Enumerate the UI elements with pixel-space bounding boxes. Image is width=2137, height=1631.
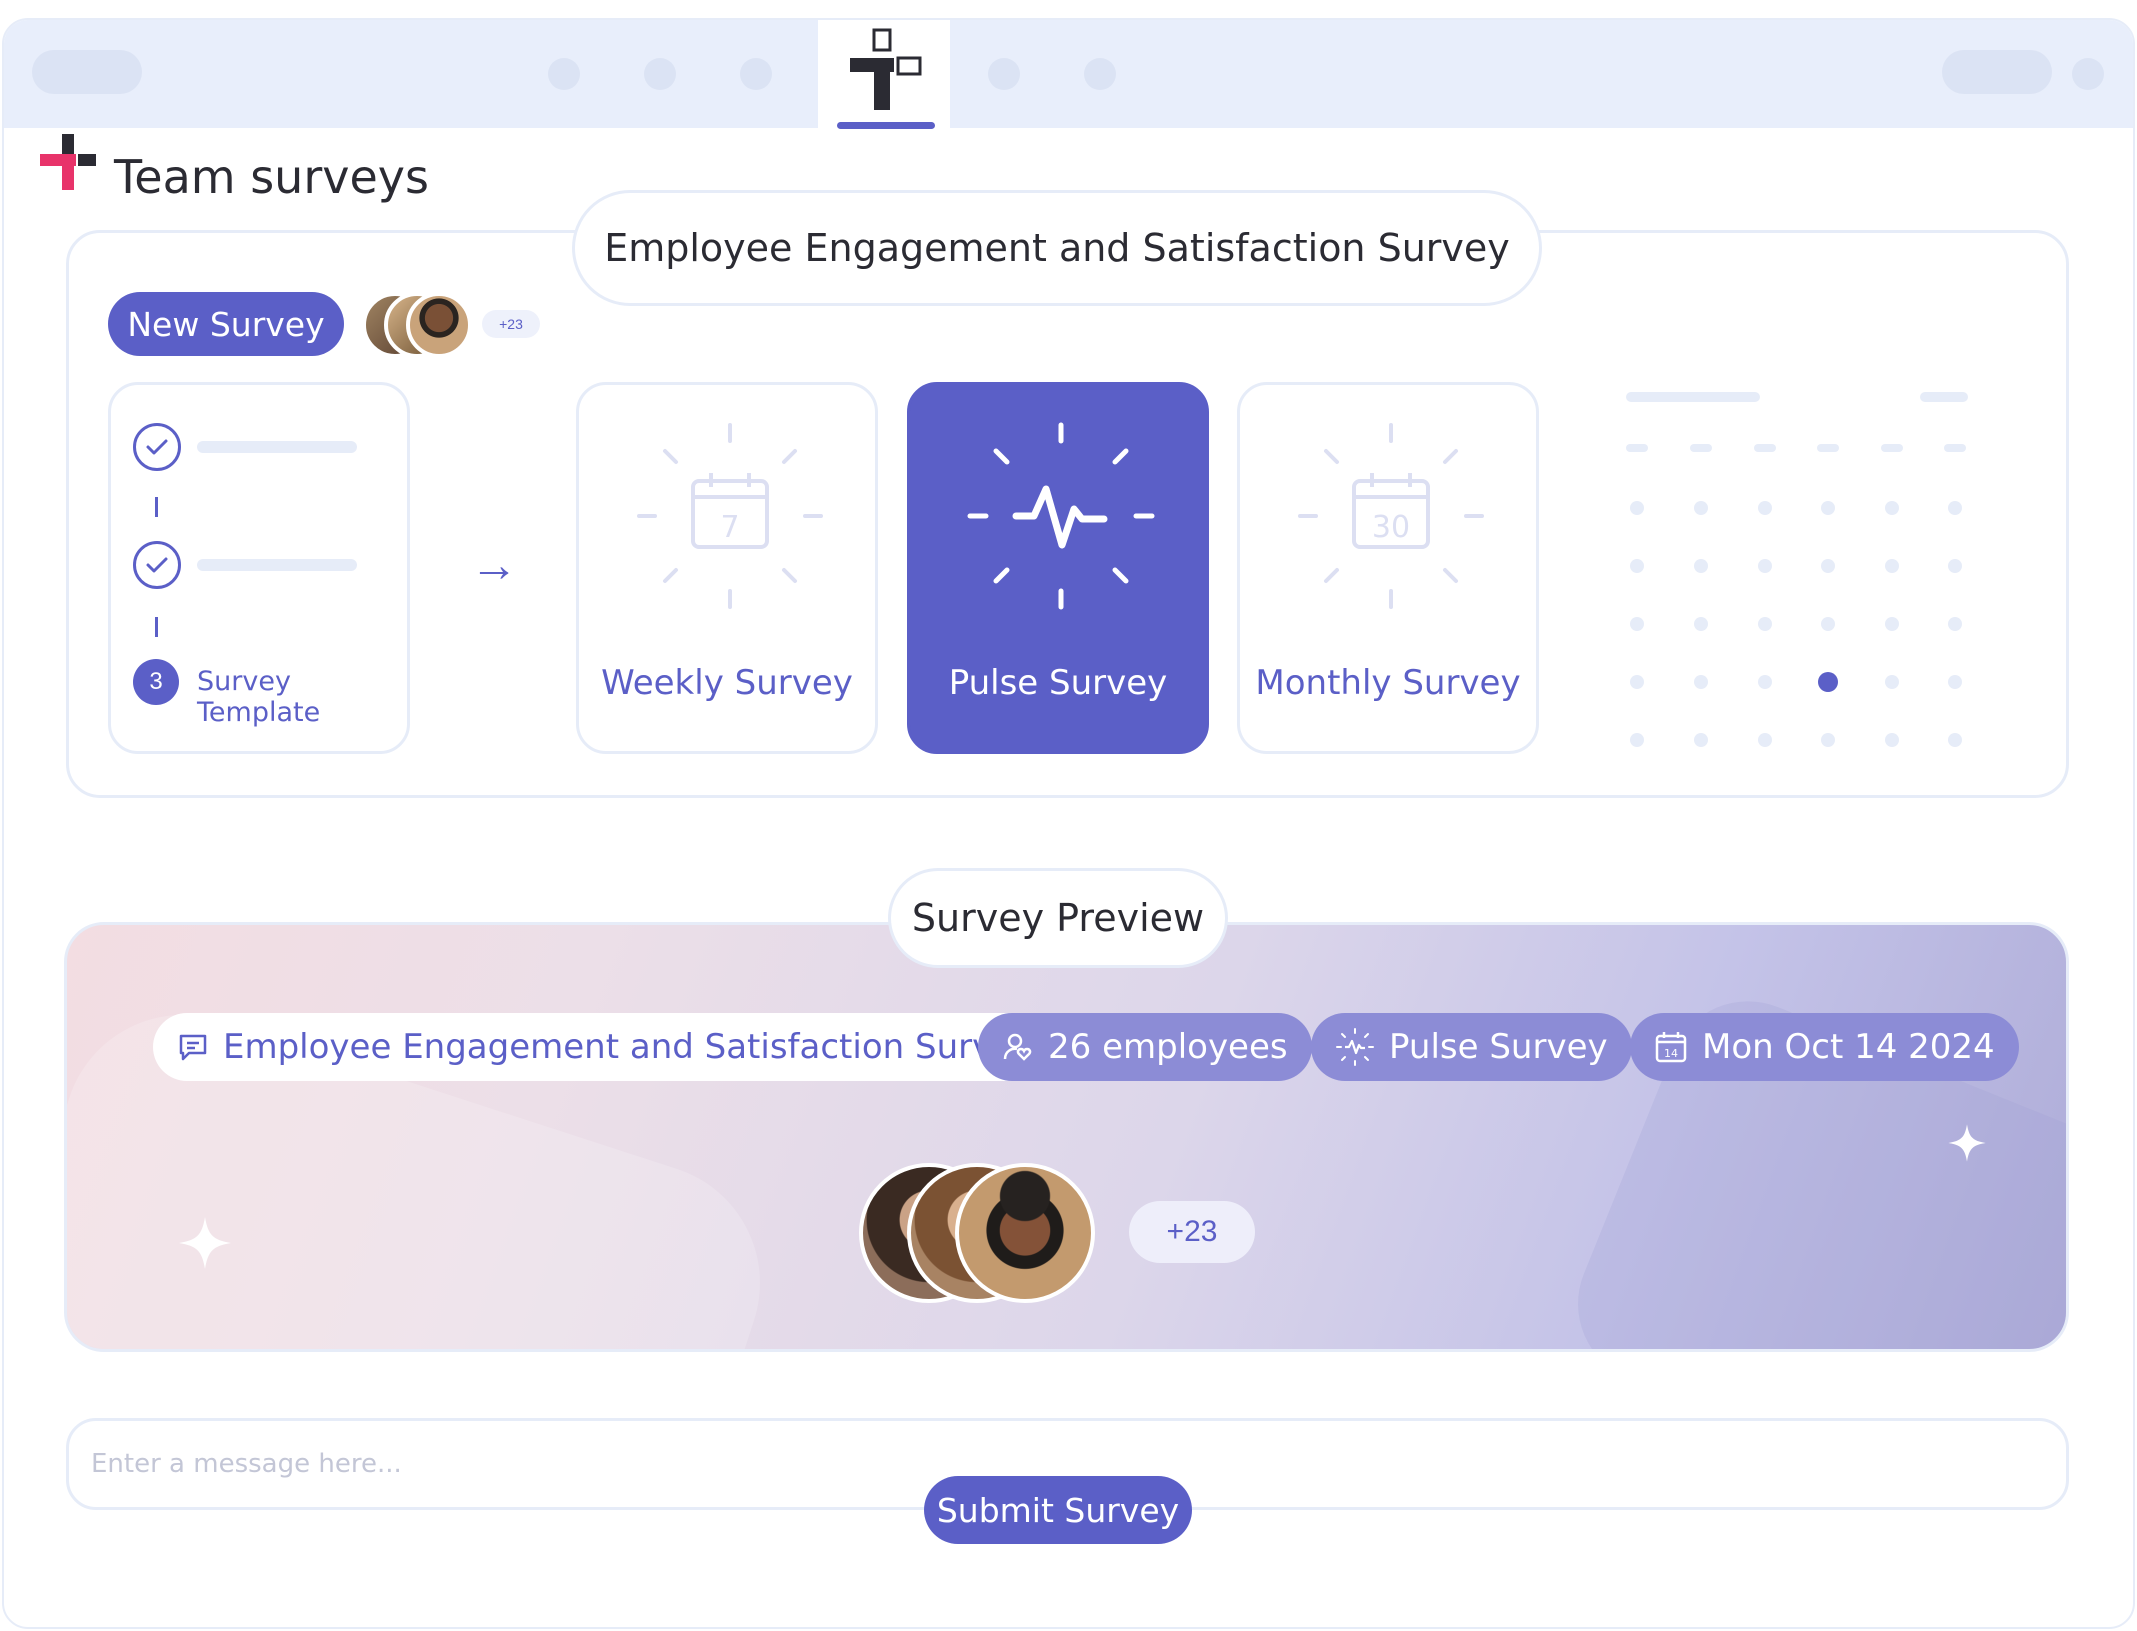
calendar-day[interactable] — [1630, 733, 1644, 747]
avatar — [955, 1163, 1095, 1303]
brand-logo-icon — [40, 134, 96, 190]
calendar-day[interactable] — [1821, 733, 1835, 747]
chip-label: Employee Engagement and Satisfaction Sur… — [223, 1027, 1034, 1067]
calendar-day[interactable] — [1821, 559, 1835, 573]
calendar-day[interactable] — [1885, 733, 1899, 747]
pulse-icon — [1336, 1028, 1374, 1066]
calendar-day[interactable] — [1694, 675, 1708, 689]
message-icon — [179, 1034, 207, 1061]
calendar-day[interactable] — [1948, 501, 1962, 515]
template-label: Survey Template — [197, 666, 321, 728]
calendar-day[interactable] — [1758, 501, 1772, 515]
survey-type-label: Monthly Survey — [1255, 663, 1521, 703]
page-title: Team surveys — [114, 150, 429, 204]
calendar-day[interactable] — [1630, 559, 1644, 573]
check-circle-icon — [133, 423, 181, 471]
calendar-day[interactable] — [1948, 617, 1962, 631]
survey-type-label: Weekly Survey — [601, 663, 853, 703]
calendar-day-text: 7 — [720, 510, 739, 545]
step-number-badge: 3 — [133, 659, 179, 705]
calendar-day[interactable] — [1885, 617, 1899, 631]
calendar-day[interactable] — [1758, 675, 1772, 689]
sparkle-icon — [1948, 1124, 1986, 1162]
placeholder-pill — [1942, 50, 2052, 94]
app-logo-icon — [850, 28, 922, 110]
calendar-30-icon: 30 — [1298, 423, 1484, 609]
date-chip: 14 Mon Oct 14 2024 — [1630, 1013, 2019, 1081]
placeholder-dot — [1084, 58, 1116, 90]
chip-label: Mon Oct 14 2024 — [1702, 1027, 1995, 1067]
participants-more-badge: +23 — [482, 310, 540, 338]
calendar-day[interactable] — [1758, 617, 1772, 631]
calendar-day[interactable] — [1885, 675, 1899, 689]
calendar-day[interactable] — [1758, 733, 1772, 747]
arrow-right-icon: → — [470, 539, 518, 592]
calendar-day[interactable] — [1758, 559, 1772, 573]
calendar-day[interactable] — [1948, 733, 1962, 747]
app-tab[interactable] — [818, 20, 950, 132]
calendar-day[interactable] — [1948, 675, 1962, 689]
chip-label: 26 employees — [1048, 1027, 1288, 1067]
calendar-day[interactable] — [1821, 501, 1835, 515]
monthly-survey-card[interactable]: 30 Monthly Survey — [1237, 382, 1539, 754]
placeholder-line — [197, 559, 357, 571]
calendar-7-icon: 7 — [637, 423, 823, 609]
placeholder-dot — [740, 58, 772, 90]
employees-chip: 26 employees — [978, 1013, 1312, 1081]
pulse-icon — [967, 422, 1155, 610]
chip-label: Pulse Survey — [1389, 1027, 1608, 1067]
date-icon-day: 14 — [1664, 1047, 1678, 1060]
calendar-icon: 14 — [1655, 1032, 1687, 1063]
calendar-day-text: 30 — [1372, 510, 1410, 545]
calendar-day[interactable] — [1630, 501, 1644, 515]
placeholder-dot — [644, 58, 676, 90]
calendar-selected-day[interactable] — [1818, 672, 1838, 692]
calendar-grid — [1626, 392, 1968, 747]
placeholder-line — [197, 441, 357, 453]
new-survey-button[interactable]: New Survey — [108, 292, 344, 356]
calendar-day[interactable] — [1885, 501, 1899, 515]
participants-more-badge: +23 — [1129, 1201, 1255, 1263]
survey-preview-heading: Survey Preview — [888, 868, 1228, 968]
placeholder-dot — [2072, 58, 2104, 90]
pulse-survey-card[interactable]: Pulse Survey — [907, 382, 1209, 754]
placeholder-pill — [32, 50, 142, 94]
calendar-day[interactable] — [1694, 733, 1708, 747]
calendar-day[interactable] — [1821, 617, 1835, 631]
survey-title-chip: Employee Engagement and Satisfaction Sur… — [153, 1013, 1058, 1081]
calendar-day[interactable] — [1885, 559, 1899, 573]
calendar-day[interactable] — [1630, 617, 1644, 631]
user-heart-icon — [1003, 1033, 1032, 1061]
step-connector — [155, 617, 158, 637]
submit-survey-button[interactable]: Submit Survey — [924, 1476, 1192, 1544]
avatar — [406, 292, 472, 358]
placeholder-dot — [548, 58, 580, 90]
calendar-day[interactable] — [1948, 559, 1962, 573]
active-tab-indicator — [837, 122, 935, 129]
weekly-survey-card[interactable]: 7 Weekly Survey — [576, 382, 878, 754]
placeholder-dot — [988, 58, 1020, 90]
calendar-day[interactable] — [1630, 675, 1644, 689]
top-bar — [4, 20, 2133, 132]
survey-type-chip: Pulse Survey — [1311, 1013, 1632, 1081]
calendar-day[interactable] — [1694, 501, 1708, 515]
step-connector — [155, 497, 158, 517]
survey-preview-panel: Employee Engagement and Satisfaction Sur… — [64, 922, 2069, 1352]
check-circle-icon — [133, 541, 181, 589]
survey-template-card[interactable]: 3 Survey Template — [108, 382, 410, 754]
calendar-day[interactable] — [1694, 559, 1708, 573]
sparkle-icon — [179, 1217, 231, 1269]
calendar-day[interactable] — [1694, 617, 1708, 631]
survey-type-label: Pulse Survey — [948, 663, 1168, 703]
survey-title-field[interactable]: Employee Engagement and Satisfaction Sur… — [572, 190, 1542, 306]
